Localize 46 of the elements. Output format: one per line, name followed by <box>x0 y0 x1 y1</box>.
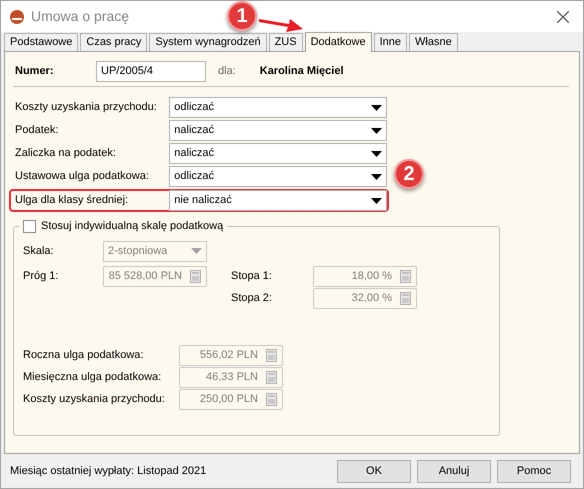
dropdown[interactable]: naliczać <box>169 120 387 141</box>
field-label: Roczna ulga podatkowa: <box>23 348 144 364</box>
dropdown-arrow-icon[interactable] <box>371 104 382 110</box>
calculator-icon[interactable] <box>266 371 277 384</box>
field-label: Numer: <box>14 64 55 79</box>
field-label: Koszty uzyskania przychodu: <box>15 100 158 116</box>
field-label: Ustawowa ulga podatkowa: <box>15 169 150 184</box>
dropdown[interactable]: naliczać <box>169 143 387 164</box>
dropdown[interactable]: odliczać <box>169 97 387 118</box>
calculator-icon[interactable] <box>266 349 277 362</box>
calculator-icon[interactable] <box>400 270 411 283</box>
calculator-icon[interactable] <box>266 393 277 406</box>
close-icon[interactable] <box>557 10 569 22</box>
dropdown-arrow-icon[interactable] <box>371 128 382 134</box>
field-label: Miesięczna ulga podatkowa: <box>23 370 162 386</box>
tab[interactable]: System wynagrodzeń <box>149 33 267 51</box>
field-label: Koszty uzyskania przychodu: <box>23 392 166 408</box>
employee-name: Karolina Mięciel <box>260 64 344 79</box>
field-label: Stopa 1: <box>231 269 273 284</box>
dialog-button[interactable]: Pomoc <box>497 460 571 482</box>
dialog-button[interactable]: Anuluj <box>417 460 491 482</box>
dropdown-arrow-icon[interactable] <box>371 150 382 156</box>
tab[interactable]: ZUS <box>268 33 303 51</box>
tab[interactable]: Dodatkowe <box>304 32 372 52</box>
field-label: dla: <box>218 64 236 79</box>
window-title: Umowa o pracę <box>31 7 130 26</box>
app-logo-icon <box>9 8 25 24</box>
number-field[interactable]: UP/2005/4 <box>96 60 206 82</box>
dropdown[interactable]: nie naliczać <box>169 190 387 211</box>
tab[interactable]: Inne <box>374 33 408 51</box>
field-label: Stopa 2: <box>231 291 273 306</box>
dropdown[interactable]: odliczać <box>169 166 387 187</box>
tab[interactable]: Podstawowe <box>4 33 78 51</box>
dropdown-arrow-icon[interactable] <box>371 174 382 180</box>
dropdown-arrow-icon[interactable] <box>371 198 382 204</box>
status-text: Miesiąc ostatniej wypłaty: Listopad 2021 <box>10 464 208 479</box>
calculator-icon[interactable] <box>400 292 411 305</box>
field-label: Podatek: <box>15 123 60 138</box>
tab[interactable]: Własne <box>409 33 458 51</box>
dialog-button[interactable]: OK <box>337 460 411 482</box>
field-label: Próg 1: <box>23 269 60 284</box>
field-label: Skala: <box>23 244 55 259</box>
field-label: Ulga dla klasy średniej: <box>15 193 130 208</box>
field-label: Zaliczka na podatek: <box>15 146 117 162</box>
checkbox-label: Stosuj indywidualną skalę podatkową <box>41 219 224 234</box>
tab[interactable]: Czas pracy <box>80 33 148 51</box>
